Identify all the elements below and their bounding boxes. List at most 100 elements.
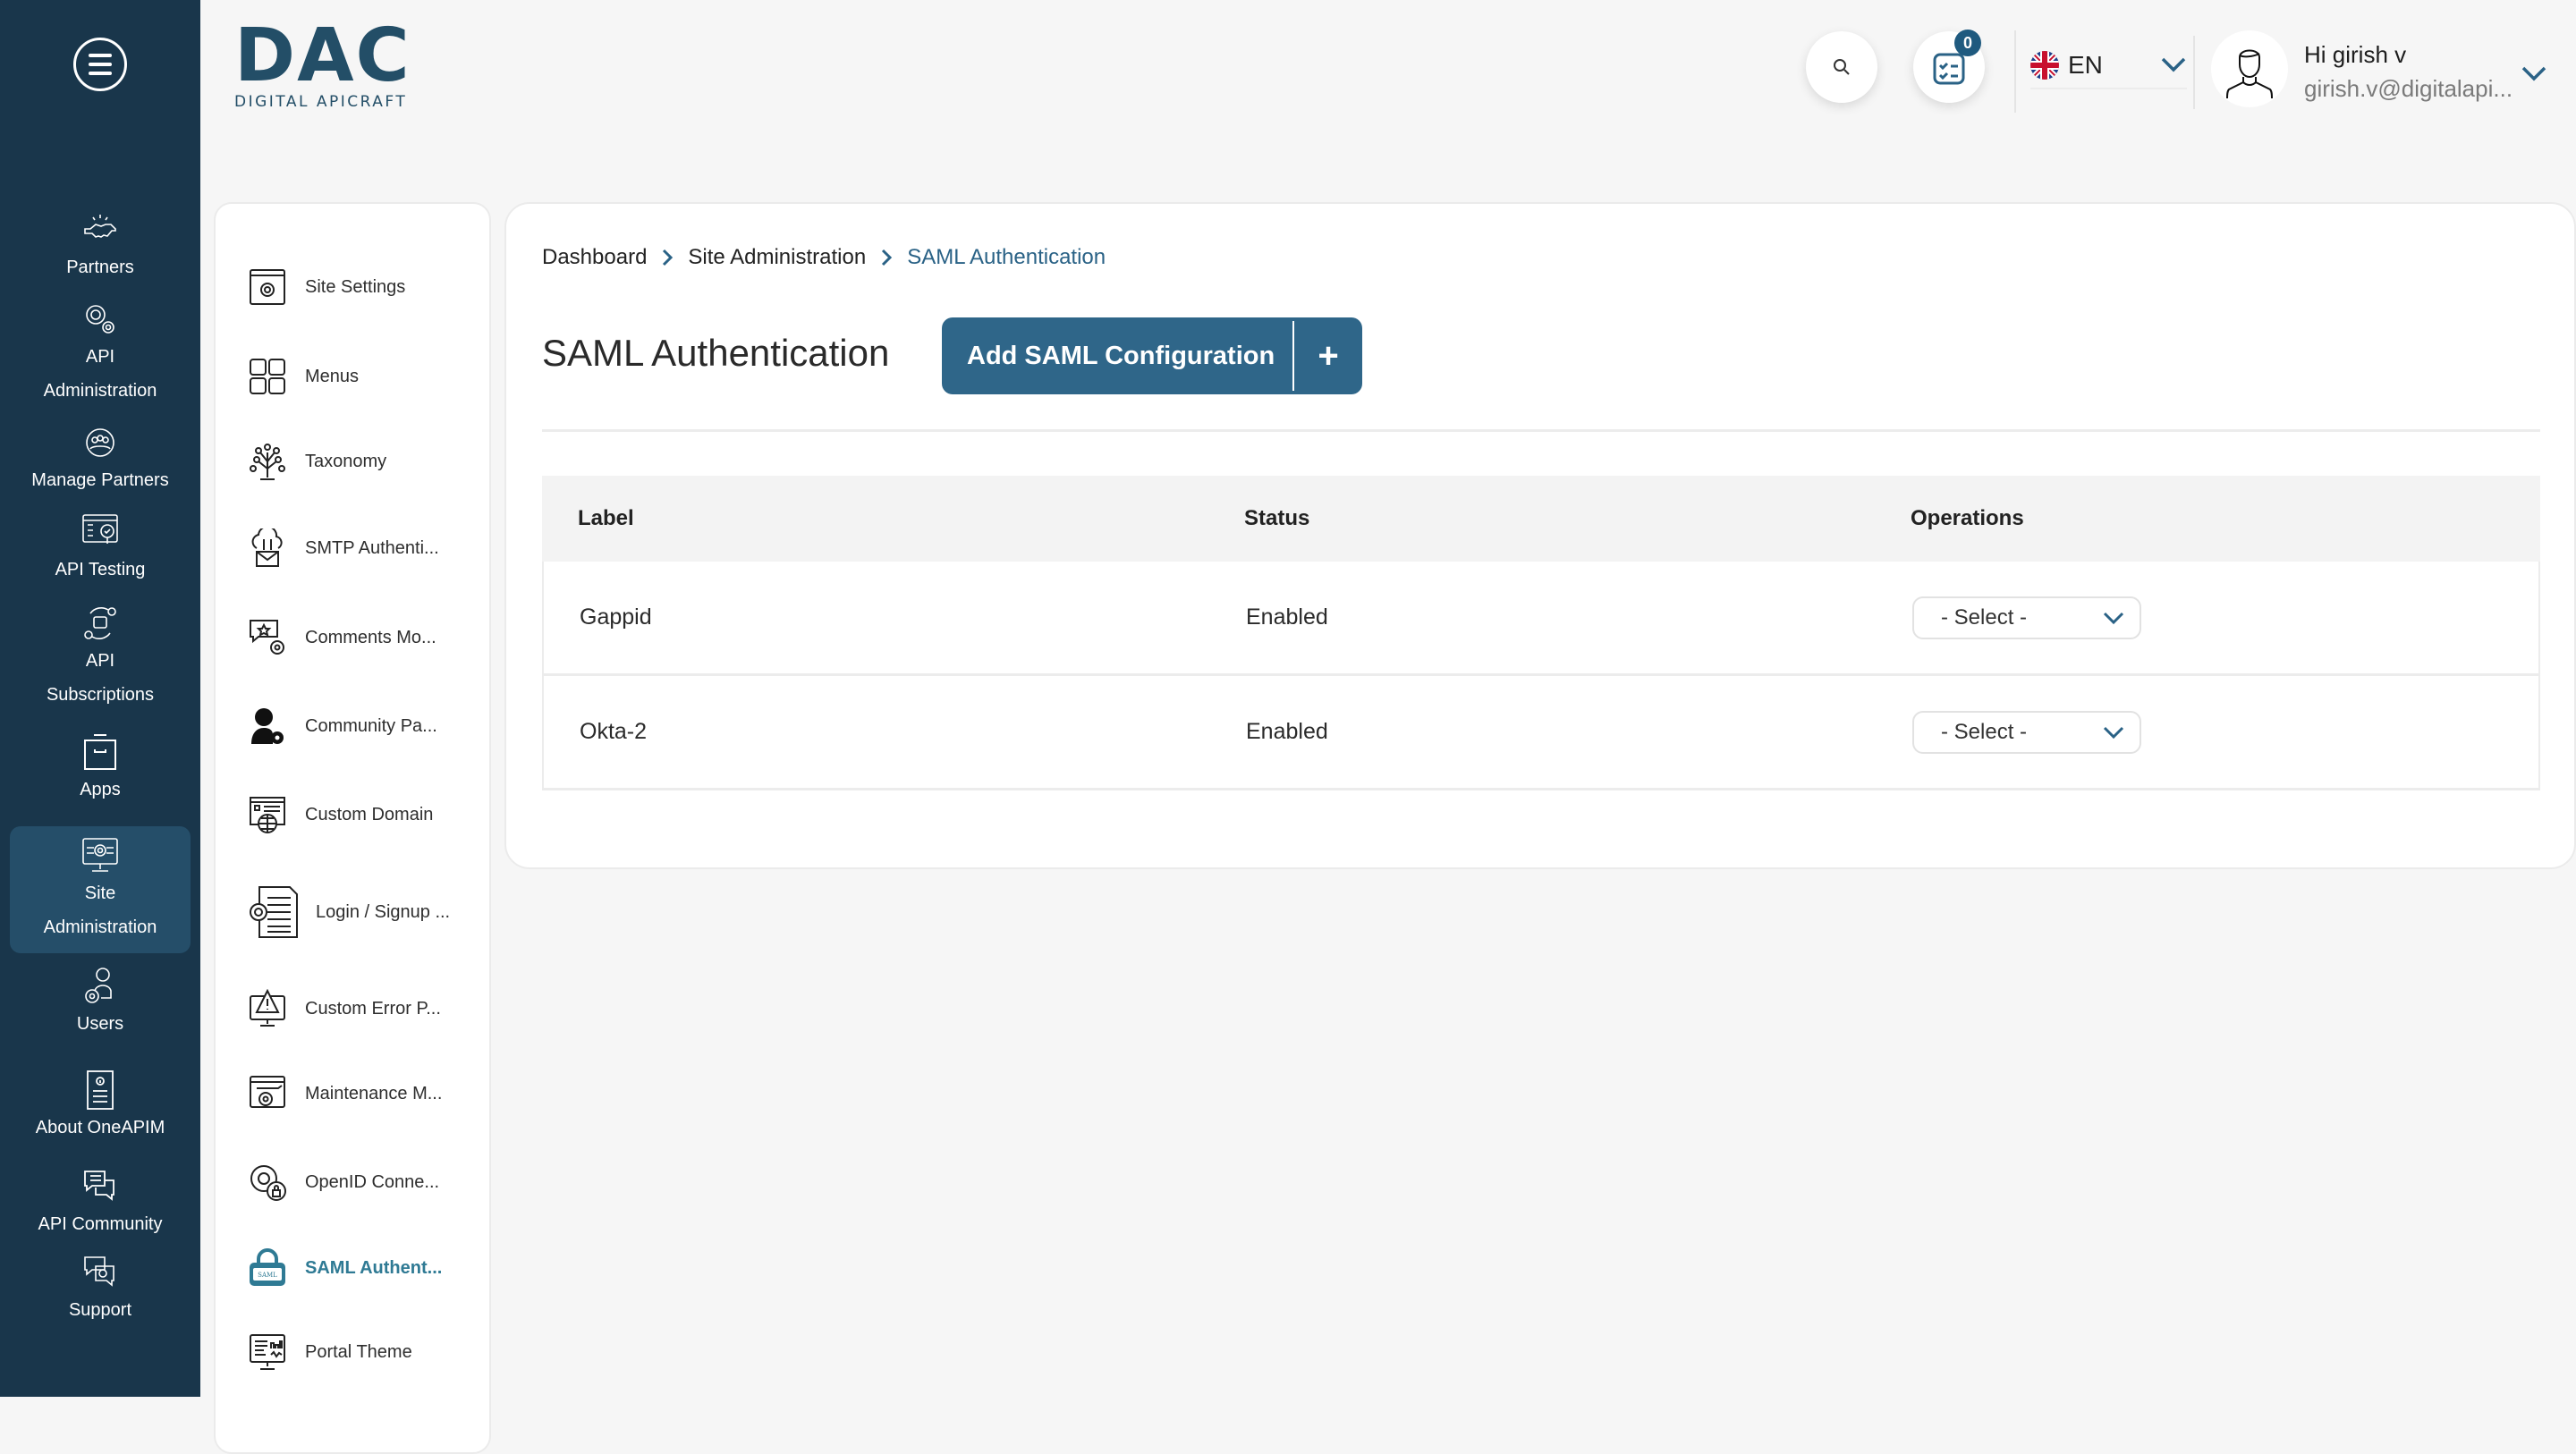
page-title: SAML Authentication [542, 332, 890, 374]
user-menu[interactable]: Hi girish v girish.v@digitalapi... [2211, 30, 2569, 111]
add-saml-configuration-button[interactable]: Add SAML Configuration + [942, 317, 1362, 394]
operations-select[interactable]: - Select - [1912, 710, 2141, 754]
chevron-right-icon [880, 248, 893, 267]
operations-cell: - Select - [1912, 596, 2141, 639]
submenu-label: OpenID Conne... [305, 1171, 440, 1192]
submenu-label: Site Settings [305, 276, 406, 297]
submenu-label: Taxonomy [305, 451, 387, 471]
handshake-icon [84, 215, 116, 238]
submenu-label: Login / Signup ... [316, 901, 451, 922]
left-navigation: Partners API Administration Manage Partne… [0, 0, 200, 1397]
table-header: Label Status Operations [542, 476, 2540, 562]
submenu-item-comments-moderation[interactable]: Comments Mo... [248, 611, 489, 664]
info-document-icon [87, 1070, 114, 1110]
logo-text: DAC [234, 13, 411, 98]
browser-globe-icon [250, 797, 285, 833]
chevron-down-icon [2103, 612, 2124, 624]
support-chat-icon [84, 1256, 114, 1287]
nav-item-apps[interactable]: Apps [10, 731, 191, 807]
submenu-item-login-signup[interactable]: Login / Signup ... [248, 885, 489, 939]
submenu-item-saml-authentication[interactable]: SAML SAML Authent... [248, 1241, 489, 1295]
plus-icon: + [1318, 335, 1339, 376]
search-button[interactable] [1806, 31, 1877, 103]
chevron-right-icon [661, 248, 674, 267]
gear-lock-icon [250, 1165, 286, 1201]
svg-text:SAML: SAML [258, 1272, 277, 1279]
user-avatar-icon [2226, 49, 2273, 99]
nav-item-api-subscriptions[interactable]: API Subscriptions [10, 603, 191, 712]
submenu-item-portal-theme[interactable]: Portal Theme [248, 1325, 489, 1379]
tasks-button[interactable]: 0 [1913, 30, 1985, 103]
chat-bubbles-icon [84, 1171, 114, 1201]
nav-label: Manage Partners [31, 470, 169, 490]
table-row: Okta-2 Enabled - Select - [542, 676, 2540, 790]
hamburger-menu-icon[interactable] [73, 38, 127, 91]
submenu-item-menus[interactable]: Menus [248, 350, 489, 403]
monitor-gear-icon [82, 838, 118, 872]
row-status: Enabled [1246, 604, 1328, 630]
chevron-down-icon [2161, 57, 2186, 72]
tree-icon [250, 444, 285, 480]
submenu-label: Custom Error P... [305, 998, 441, 1019]
nav-item-users[interactable]: Users [10, 966, 191, 1041]
nav-item-manage-partners[interactable]: Manage Partners [10, 422, 191, 497]
document-gear-icon [250, 886, 298, 938]
submenu-label: Menus [305, 366, 360, 386]
submenu-item-community-pages[interactable]: Community Pa... [248, 699, 489, 753]
add-button-label: Add SAML Configuration [967, 341, 1275, 370]
user-greeting: Hi girish v [2304, 41, 2407, 68]
nav-item-api-community[interactable]: API Community [10, 1166, 191, 1241]
header-divider [2193, 36, 2195, 109]
submenu-label: SAML Authent... [305, 1257, 443, 1278]
submenu-item-custom-domain[interactable]: Custom Domain [248, 788, 489, 841]
tasks-badge: 0 [1954, 30, 1981, 56]
submenu-item-custom-error-pages[interactable]: Custom Error P... [248, 982, 489, 1036]
nav-item-api-testing[interactable]: API Testing [10, 511, 191, 587]
saml-lock-icon: SAML [250, 1248, 285, 1286]
nav-label: Apps [80, 780, 121, 799]
submenu-item-smtp-authentication[interactable]: SMTP Authenti... [248, 521, 489, 575]
nav-item-site-administration[interactable]: Site Administration [10, 826, 191, 953]
content-card: Dashboard Site Administration SAML Authe… [504, 202, 2576, 869]
column-header-label: Label [578, 506, 634, 530]
breadcrumb-site-administration[interactable]: Site Administration [688, 245, 866, 270]
nav-item-partners[interactable]: Partners [10, 209, 191, 284]
language-code: EN [2068, 51, 2103, 79]
grid-icon [250, 359, 285, 394]
submenu-item-taxonomy[interactable]: Taxonomy [248, 435, 489, 488]
divider [542, 429, 2540, 432]
chevron-down-icon [2103, 726, 2124, 739]
breadcrumb: Dashboard Site Administration SAML Authe… [542, 245, 1106, 270]
column-header-operations: Operations [1911, 506, 2024, 530]
submenu-label: Community Pa... [305, 715, 437, 736]
submenu-item-site-settings[interactable]: Site Settings [248, 260, 489, 314]
avatar [2211, 30, 2288, 107]
nav-item-api-administration[interactable]: API Administration [10, 299, 191, 408]
nav-label: API Community [38, 1214, 163, 1234]
nav-label: About OneAPIM [35, 1118, 165, 1137]
submenu-item-openid-connect[interactable]: OpenID Conne... [248, 1155, 489, 1209]
nav-label: Support [68, 1300, 132, 1320]
nav-label: API Administration [43, 347, 157, 401]
dac-logo[interactable]: DAC DIGITAL APICRAFT [234, 13, 422, 112]
breadcrumb-saml-authentication: SAML Authentication [907, 245, 1106, 269]
select-value: - Select - [1941, 719, 2028, 744]
table-row: Gappid Enabled - Select - [542, 562, 2540, 676]
operations-cell: - Select - [1912, 710, 2141, 754]
submenu-item-maintenance-mode[interactable]: Maintenance M... [248, 1067, 489, 1120]
language-selector[interactable]: EN [2030, 43, 2187, 89]
monitor-dashboard-icon [250, 1334, 285, 1370]
group-gear-icon [86, 428, 114, 457]
nav-label: API Subscriptions [46, 651, 155, 705]
row-label: Okta-2 [580, 719, 648, 744]
nav-label: Partners [66, 258, 134, 277]
nav-item-about-oneapim[interactable]: About OneAPIM [10, 1069, 191, 1145]
user-email: girish.v@digitalapi... [2304, 75, 2513, 102]
row-status: Enabled [1246, 719, 1328, 744]
submenu-label: Maintenance M... [305, 1083, 443, 1103]
browser-wrench-icon [250, 1076, 285, 1108]
breadcrumb-dashboard[interactable]: Dashboard [542, 245, 647, 270]
operations-select[interactable]: - Select - [1912, 596, 2141, 639]
nav-item-support[interactable]: Support [10, 1252, 191, 1327]
search-icon [1834, 59, 1850, 75]
